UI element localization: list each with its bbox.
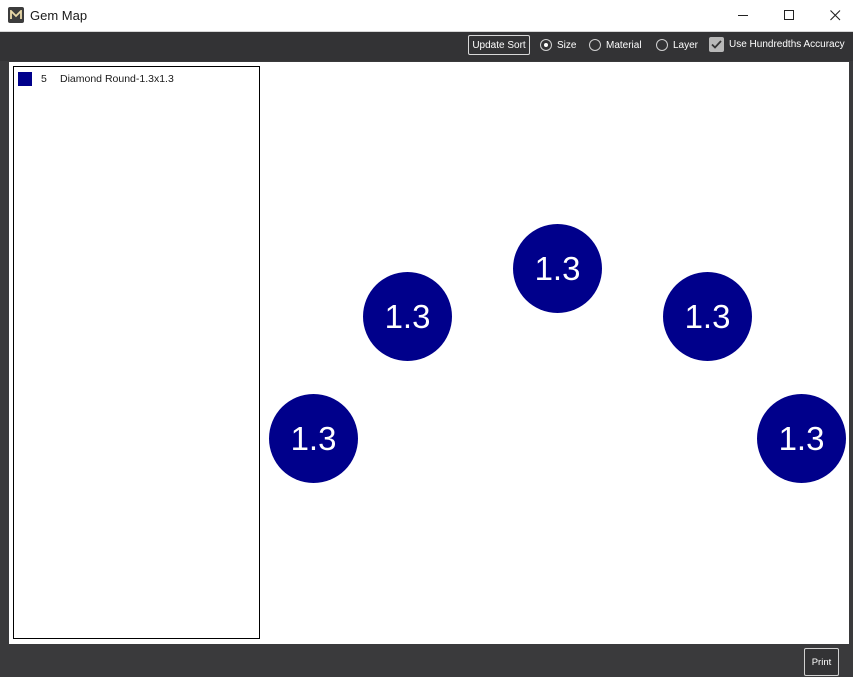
content-area: 5 Diamond Round-1.3x1.3 1.3 1.3 1.3 1.3 …	[9, 62, 849, 644]
item-name: Diamond Round-1.3x1.3	[60, 73, 174, 85]
color-swatch	[18, 72, 32, 86]
hundredths-checkbox[interactable]	[709, 36, 724, 52]
material-label: Material	[606, 39, 642, 51]
gem-circle[interactable]: 1.3	[363, 272, 452, 361]
gem-map-canvas: 1.3 1.3 1.3 1.3 1.3	[262, 62, 849, 644]
hundredths-label: Use Hundredths Accuracy	[729, 38, 845, 50]
gem-circle[interactable]: 1.3	[663, 272, 752, 361]
size-label: Size	[557, 39, 577, 51]
checkmark-icon	[711, 39, 722, 49]
sort-option-layer[interactable]: Layer	[656, 37, 698, 53]
print-button[interactable]: Print	[804, 648, 839, 676]
close-icon	[829, 10, 840, 21]
gem-list: 5 Diamond Round-1.3x1.3	[13, 66, 260, 639]
app-logo-icon	[8, 7, 24, 23]
gem-circle[interactable]: 1.3	[513, 224, 602, 313]
layer-radio[interactable]	[656, 39, 668, 51]
toolbar: Update Sort Size Material Layer Use Hund…	[0, 32, 853, 61]
maximize-button[interactable]	[766, 0, 812, 31]
layer-label: Layer	[673, 39, 699, 51]
item-count: 5	[41, 73, 47, 85]
minimize-button[interactable]	[720, 0, 766, 31]
gem-circle[interactable]: 1.3	[269, 394, 358, 483]
gem-circle[interactable]: 1.3	[757, 394, 846, 483]
size-radio[interactable]	[540, 39, 552, 51]
close-button[interactable]	[812, 0, 853, 31]
hundredths-accuracy-toggle[interactable]: Use Hundredths Accuracy	[709, 36, 845, 52]
minimize-icon	[737, 15, 748, 16]
list-item[interactable]: 5 Diamond Round-1.3x1.3	[18, 71, 174, 87]
sort-option-material[interactable]: Material	[589, 37, 642, 53]
material-radio[interactable]	[589, 39, 601, 51]
title-bar: Gem Map	[0, 0, 853, 32]
maximize-icon	[783, 10, 794, 20]
sort-option-size[interactable]: Size	[540, 37, 576, 53]
window-title: Gem Map	[30, 8, 88, 23]
update-sort-button[interactable]: Update Sort	[468, 35, 530, 55]
